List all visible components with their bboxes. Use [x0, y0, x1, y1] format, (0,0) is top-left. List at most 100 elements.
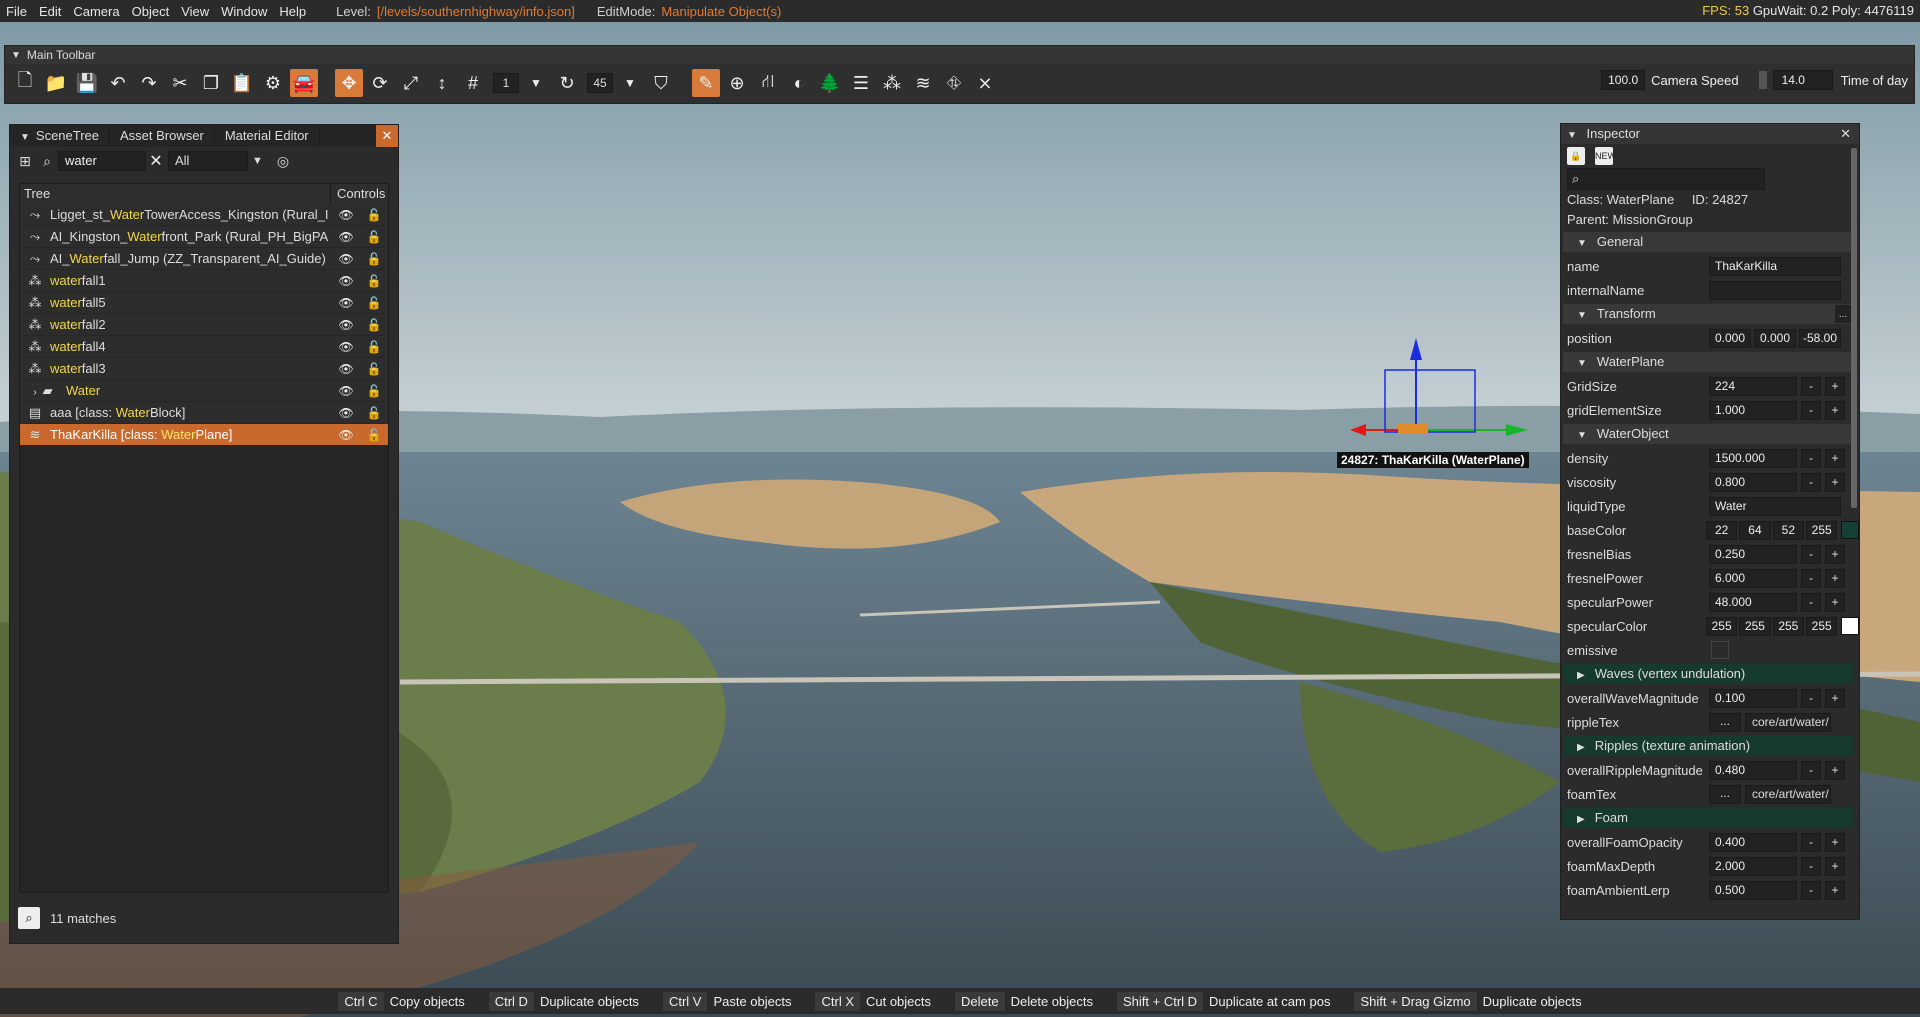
section-waterobject[interactable]: ▼ WaterObject [1563, 424, 1853, 444]
collapse-triangle-icon[interactable]: ▼ [1577, 238, 1587, 249]
new-badge-icon[interactable]: NEW [1595, 147, 1616, 165]
lock-icon[interactable]: 🔓 [367, 230, 382, 244]
snap-height-icon[interactable]: ↕ [428, 69, 456, 97]
rotate-icon[interactable]: ⟳ [366, 69, 394, 97]
decrement-button[interactable]: - [1801, 760, 1821, 780]
position-x-field[interactable]: 0.000 [1709, 328, 1751, 348]
vehicle-icon[interactable]: 🚘 [290, 69, 318, 97]
overallwavemagnitude-field[interactable]: 0.100 [1709, 688, 1797, 708]
lock-icon[interactable]: 🔓 [367, 274, 382, 288]
browse-button[interactable]: ... [1709, 784, 1741, 804]
eye-icon[interactable]: 👁 [338, 208, 353, 222]
increment-button[interactable]: + [1825, 568, 1845, 588]
expand-triangle-icon[interactable]: ▶ [1577, 670, 1585, 681]
specularcolor-a-field[interactable]: 255 [1806, 616, 1838, 636]
road-tool-icon[interactable]: ⛙ [754, 69, 782, 97]
forest-icon[interactable]: 🌲 [816, 69, 844, 97]
increment-button[interactable]: + [1825, 448, 1845, 468]
grid-snap-icon[interactable]: # [459, 69, 487, 97]
lock-icon[interactable]: 🔓 [367, 428, 382, 442]
position-z-field[interactable]: -58.00 [1799, 328, 1841, 348]
terrain-icon[interactable]: ≋ [909, 69, 937, 97]
inspector-search-input[interactable]: ⌕ [1567, 168, 1765, 190]
increment-button[interactable]: + [1825, 832, 1845, 852]
position-y-field[interactable]: 0.000 [1754, 328, 1796, 348]
tree-row[interactable]: ⤳ AI_Kingston_Waterfront_Park (Rural_PH_B… [20, 226, 388, 248]
increment-button[interactable]: + [1825, 856, 1845, 876]
name-field[interactable]: ThaKarKilla [1709, 256, 1841, 276]
tree-row[interactable]: ⁂ waterfall5 👁 🔓 [20, 292, 388, 314]
eye-icon[interactable]: 👁 [338, 362, 353, 376]
tree-row[interactable]: › ▰ Water 👁 🔓 [20, 380, 388, 402]
new-file-icon[interactable]: 🗋 [11, 69, 39, 97]
lock-icon[interactable]: 🔓 [367, 318, 382, 332]
density-field[interactable]: 1500.000 [1709, 448, 1797, 468]
increment-button[interactable]: + [1825, 760, 1845, 780]
decrement-button[interactable]: - [1801, 880, 1821, 900]
increment-button[interactable]: + [1825, 472, 1845, 492]
specularcolor-swatch[interactable] [1841, 617, 1860, 635]
decrement-button[interactable]: - [1801, 544, 1821, 564]
gridelementsize-field[interactable]: 1.000 [1709, 400, 1797, 420]
camera-speed-input[interactable]: 100.0 [1601, 70, 1646, 90]
eye-icon[interactable]: 👁 [338, 406, 353, 420]
section-waterplane[interactable]: ▼ WaterPlane [1563, 352, 1853, 372]
tree-row[interactable]: ⁂ waterfall2 👁 🔓 [20, 314, 388, 336]
tree-row[interactable]: ≋ ThaKarKilla [class: WaterPlane] 👁 🔓 [20, 424, 388, 446]
lock-icon[interactable]: 🔓 [367, 362, 382, 376]
decrement-button[interactable]: - [1801, 448, 1821, 468]
chevron-down-icon[interactable]: ▼ [252, 155, 263, 167]
basecolor-b-field[interactable]: 52 [1772, 520, 1805, 540]
cut-icon[interactable]: ✂ [166, 69, 194, 97]
decrement-button[interactable]: - [1801, 400, 1821, 420]
add-group-icon[interactable]: ⊞ [14, 153, 36, 170]
section-foam[interactable]: ▶ Foam [1563, 808, 1853, 828]
tree-row[interactable]: ⁂ waterfall1 👁 🔓 [20, 270, 388, 292]
time-of-day-input[interactable]: 14.0 [1772, 70, 1833, 90]
rotation-snap-icon[interactable]: ↻ [553, 69, 581, 97]
tab-asset-browser[interactable]: Asset Browser [110, 125, 215, 147]
viscosity-field[interactable]: 0.800 [1709, 472, 1797, 492]
filter-select[interactable]: All [168, 151, 248, 171]
tree-row[interactable]: ⤳ AI_Waterfall_Jump (ZZ_Transparent_AI_Gu… [20, 248, 388, 270]
fresnelpower-field[interactable]: 6.000 [1709, 568, 1797, 588]
decrement-button[interactable]: - [1801, 472, 1821, 492]
menu-window[interactable]: Window [215, 4, 273, 19]
level-path[interactable]: [/levels/southernhighway/info.json] [377, 4, 575, 19]
overallripplemagnitude-field[interactable]: 0.480 [1709, 760, 1797, 780]
settings-gear-icon[interactable]: ⚙ [259, 69, 287, 97]
dropdown-arrow-icon[interactable]: ▼ [522, 69, 550, 97]
rotation-snap-value[interactable]: 45 [587, 73, 613, 93]
overallfoamopacity-field[interactable]: 0.400 [1709, 832, 1797, 852]
clear-search-icon[interactable]: ✕ [146, 151, 166, 171]
collapse-triangle-icon[interactable]: ▼ [1577, 310, 1587, 321]
menu-object[interactable]: Object [126, 4, 176, 19]
increment-button[interactable]: + [1825, 544, 1845, 564]
add-object-icon[interactable]: ⊕ [723, 69, 751, 97]
time-slider-handle[interactable] [1758, 71, 1767, 89]
menu-file[interactable]: File [0, 4, 33, 19]
lock-icon[interactable]: 🔓 [367, 384, 382, 398]
road-icon[interactable]: ⛗ [940, 69, 968, 97]
section-ripples[interactable]: ▶ Ripples (texture animation) [1563, 736, 1853, 756]
specularcolor-g-field[interactable]: 255 [1739, 616, 1771, 636]
expand-triangle-icon[interactable]: ▶ [1577, 742, 1585, 753]
eye-icon[interactable]: 👁 [338, 274, 353, 288]
inspector-header[interactable]: ▼ Inspector ✕ [1561, 124, 1859, 144]
lock-icon[interactable]: 🔓 [367, 296, 382, 310]
foammaxdepth-field[interactable]: 2.000 [1709, 856, 1797, 876]
toolbar-header[interactable]: ▼ Main Toolbar [5, 46, 1914, 64]
emissive-checkbox[interactable] [1711, 641, 1729, 659]
internalname-field[interactable] [1709, 280, 1841, 300]
collapse-triangle-icon[interactable]: ▼ [1567, 130, 1577, 141]
eye-icon[interactable]: 👁 [338, 252, 353, 266]
basecolor-r-field[interactable]: 22 [1705, 520, 1738, 540]
collapse-triangle-icon[interactable]: ▼ [11, 50, 21, 61]
foamtex-field[interactable]: core/art/water/ [1745, 784, 1831, 804]
gridsize-field[interactable]: 224 [1709, 376, 1797, 396]
specularcolor-b-field[interactable]: 255 [1772, 616, 1805, 636]
section-transform[interactable]: ▼ Transform... [1563, 304, 1853, 324]
translate-icon[interactable]: ✥ [335, 69, 363, 97]
lock-icon[interactable]: 🔓 [367, 406, 382, 420]
increment-button[interactable]: + [1825, 400, 1845, 420]
